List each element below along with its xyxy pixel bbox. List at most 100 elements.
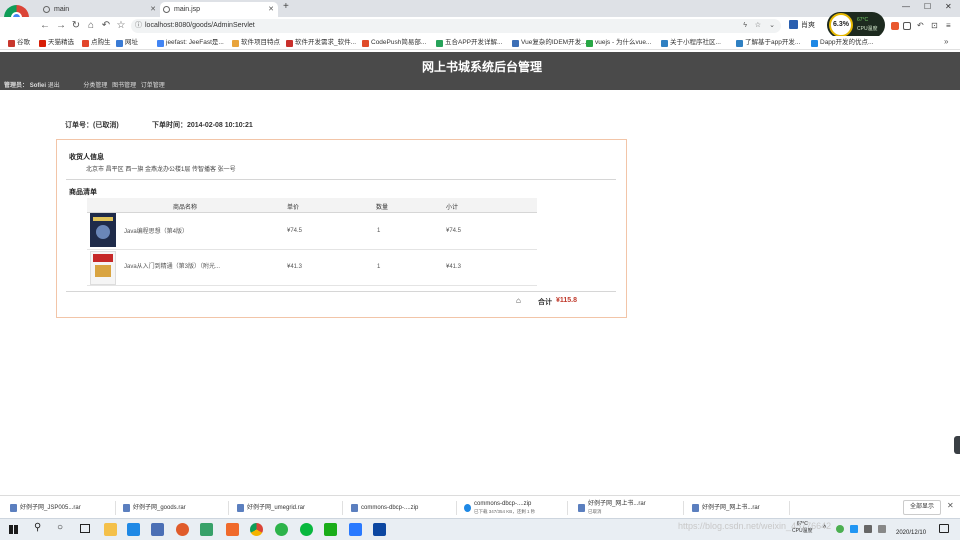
app-icon[interactable]	[324, 523, 337, 536]
col-subtotal: 小计	[446, 205, 459, 211]
download-item[interactable]: 好例子网_umegrid.rar	[235, 501, 343, 515]
maximize-button[interactable]: ☐	[924, 2, 931, 11]
app-icon[interactable]	[275, 523, 288, 536]
bookmark-item[interactable]: 了解基于app开发...	[736, 38, 800, 48]
app-icon[interactable]	[200, 523, 213, 536]
bookmark-item[interactable]: 软件项目特点	[232, 38, 280, 48]
forward-icon[interactable]: →	[54, 19, 68, 33]
minimize-button[interactable]: —	[902, 2, 910, 11]
home-icon[interactable]: ⌂	[516, 296, 521, 305]
extension-icon[interactable]	[891, 22, 899, 30]
home-icon[interactable]: ⌂	[84, 19, 98, 33]
lightning-icon[interactable]: ϟ	[743, 19, 747, 33]
item-subtotal: ¥41.3	[446, 264, 462, 270]
download-item[interactable]: 好例子网_网上书...rar 已取消	[576, 501, 684, 515]
star-icon[interactable]: ☆	[114, 19, 128, 33]
app-icon[interactable]	[349, 523, 362, 536]
bookmark-icon	[736, 40, 743, 47]
undo-icon[interactable]: ↶	[917, 21, 924, 30]
bookmark-icon	[811, 40, 818, 47]
new-tab-button[interactable]: +	[283, 1, 289, 12]
bookmark-item[interactable]: Dapp开发的优点...	[811, 38, 873, 48]
tab-main-jsp[interactable]: main.jsp ✕	[160, 2, 278, 17]
bookmark-icon	[39, 40, 46, 47]
app-icon[interactable]	[151, 523, 164, 536]
menu-icon[interactable]: ≡	[946, 21, 951, 30]
volume-icon[interactable]	[878, 525, 886, 533]
app-icon[interactable]	[373, 523, 386, 536]
bookmark-item[interactable]: 点购生	[82, 38, 111, 48]
show-all-downloads-button[interactable]: 全部显示	[903, 500, 941, 515]
bookmark-item[interactable]: vuejs - 为什么vue...	[586, 38, 651, 48]
book-cover-image[interactable]	[90, 251, 116, 285]
tray-icon[interactable]	[836, 525, 844, 533]
search-icon[interactable]: ⚲	[34, 522, 41, 533]
dropdown-icon[interactable]: ⌄	[769, 19, 775, 33]
nav-category[interactable]: 分类管理	[83, 83, 107, 89]
bookmark-icon	[586, 40, 593, 47]
start-icon[interactable]	[9, 525, 18, 534]
clock[interactable]: 2020/12/10	[896, 521, 926, 537]
cortana-icon[interactable]: ○	[57, 522, 63, 533]
bookmark-item[interactable]: 关于小程序社区...	[661, 38, 721, 48]
close-window-button[interactable]: ✕	[945, 2, 952, 11]
bookmark-icon	[362, 40, 369, 47]
bookmark-item[interactable]: CodePush简易部...	[362, 38, 426, 48]
file-explorer-icon[interactable]	[104, 523, 117, 536]
more-bookmarks-icon[interactable]: »	[944, 37, 948, 46]
cast-icon[interactable]: ⊡	[931, 21, 938, 30]
weather-widget[interactable]: 67°C CPU温度	[792, 521, 813, 535]
tray-icon[interactable]	[850, 525, 858, 533]
chrome-icon[interactable]	[250, 523, 263, 536]
search-app-icon[interactable]	[176, 523, 189, 536]
tab-main[interactable]: main ✕	[40, 2, 160, 17]
site-header: 网上书城系统后台管理 管理员： Sofiei 退出 分类管理 图书管理 订单管理	[0, 52, 960, 90]
extension-icon[interactable]	[903, 22, 911, 30]
bookmark-item[interactable]: jeefast: JeeFast是...	[157, 38, 224, 48]
download-item[interactable]: 好例子网_网上书...rar	[690, 501, 790, 515]
bookmark-star-icon[interactable]: ☆	[755, 19, 761, 33]
bookmark-item[interactable]: 网址	[116, 38, 138, 48]
perf-widget[interactable]: 6.3% 67°C CPU温度	[827, 12, 885, 38]
download-item[interactable]: 好例子网_JSP005...rar	[8, 501, 116, 515]
bookmark-icon	[116, 40, 123, 47]
network-icon[interactable]	[864, 525, 872, 533]
cpu-label: CPU温度	[857, 26, 878, 32]
perf-value: 6.3%	[829, 13, 853, 37]
download-item[interactable]: commons-dbcp-....zip 已下载 347/354 KB，还剩 1…	[462, 501, 568, 515]
item-name[interactable]: Java编程思想（第4版）	[124, 226, 188, 235]
bookmark-item[interactable]: 软件开发需求_软件...	[286, 38, 356, 48]
close-icon[interactable]: ✕	[150, 2, 156, 17]
wechat-icon[interactable]	[300, 523, 313, 536]
bookmark-item[interactable]: 五合APP开发详解...	[436, 38, 502, 48]
bookmark-item[interactable]: 谷歌	[8, 38, 30, 48]
receiver-info: 北京市 昌平区 西一旗 金燕龙办公楼1层 传智播客 张一号	[86, 167, 236, 173]
archive-icon	[578, 504, 585, 512]
nav-orders[interactable]: 订单管理	[141, 83, 165, 89]
task-view-icon[interactable]	[80, 524, 90, 533]
close-icon[interactable]: ✕	[947, 501, 954, 510]
book-cover-image[interactable]	[90, 213, 116, 247]
nav-books[interactable]: 图书管理	[112, 83, 136, 89]
bookmark-item[interactable]: 天猫精选	[39, 38, 74, 48]
undo-icon[interactable]: ↶	[99, 19, 113, 33]
tray-chevron-icon[interactable]: ^	[823, 525, 826, 532]
close-icon[interactable]: ✕	[268, 2, 274, 17]
back-icon[interactable]: ←	[38, 19, 52, 33]
info-icon[interactable]: ⓘ	[135, 19, 142, 33]
app-icon[interactable]	[226, 523, 239, 536]
reload-icon[interactable]: ↻	[69, 19, 83, 33]
bookmark-icon	[8, 40, 15, 47]
user-icon[interactable]	[789, 20, 798, 29]
mail-icon[interactable]	[127, 523, 140, 536]
download-item[interactable]: 好例子网_goods.rar	[121, 501, 229, 515]
download-item[interactable]: commons-dbcp-....zip	[349, 501, 457, 515]
bookmark-item[interactable]: Vue复杂的IDEM开发...	[512, 38, 587, 48]
items-title: 商品清单	[69, 189, 97, 196]
item-name[interactable]: Java从入门到精通（第3版）（附光...	[124, 261, 220, 270]
archive-icon	[123, 504, 130, 512]
address-bar[interactable]: ⓘ localhost:8080/goods/AdminServlet ϟ ☆ …	[131, 19, 781, 33]
logout-link[interactable]: 退出	[48, 83, 60, 89]
side-panel-handle[interactable]	[954, 436, 960, 454]
notifications-icon[interactable]	[939, 524, 949, 533]
